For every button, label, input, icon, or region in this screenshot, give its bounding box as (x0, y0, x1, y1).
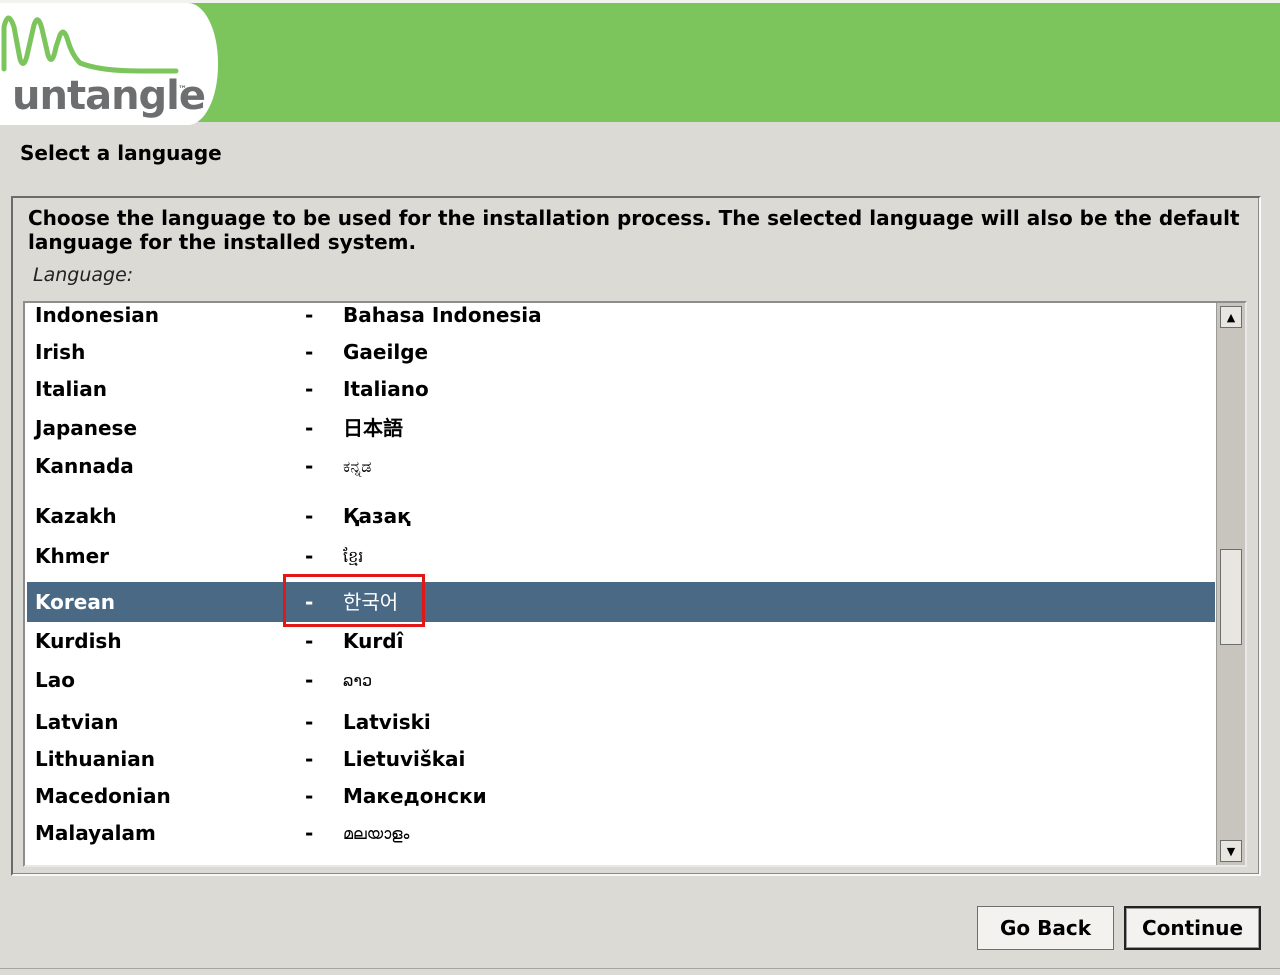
language-name: Latvian (35, 710, 119, 734)
separator: - (305, 710, 314, 734)
scrollbar-thumb[interactable] (1220, 549, 1242, 645)
separator: - (305, 454, 314, 478)
separator: - (305, 416, 314, 440)
language-name: Italian (35, 377, 107, 401)
language-native: ខ្មែរ (343, 547, 364, 566)
language-native: Kurdî (343, 629, 404, 653)
list-item-korean[interactable]: Korean - 한국어 (27, 582, 1215, 622)
language-listbox[interactable]: Indonesian - Bahasa Indonesia Irish - Ga… (23, 301, 1247, 867)
separator: - (305, 340, 314, 364)
language-native: ಕನ್ನಡ (343, 457, 372, 476)
language-native: മലയാളം (343, 824, 410, 843)
list-item-latvian[interactable]: Latvian - Latviski (27, 704, 1215, 741)
scroll-up-icon[interactable]: ▲ (1220, 306, 1242, 328)
list-item-malayalam[interactable]: Malayalam - മലയാളം (27, 815, 1215, 852)
vertical-scrollbar[interactable]: ▲ ▼ (1216, 303, 1245, 865)
logo: untangle ™ (0, 3, 218, 125)
language-name: Macedonian (35, 784, 171, 808)
language-native: Gaeilge (343, 340, 429, 364)
language-name: Irish (35, 340, 86, 364)
separator: - (305, 821, 314, 845)
list-item-khmer[interactable]: Khmer - ខ្មែរ (27, 538, 1215, 575)
separator: - (305, 747, 314, 771)
separator: - (305, 668, 314, 692)
list-item-indonesian[interactable]: Indonesian - Bahasa Indonesia (27, 303, 1215, 334)
language-name: Kazakh (35, 504, 117, 528)
language-list-label: Language: (33, 264, 134, 286)
list-item-lao[interactable]: Lao - ລາວ (27, 662, 1215, 699)
language-native: Italiano (343, 377, 429, 401)
language-native: Қазақ (343, 504, 411, 528)
separator: - (305, 544, 314, 568)
go-back-button[interactable]: Go Back (977, 906, 1114, 950)
language-name: Malayalam (35, 821, 156, 845)
language-native: 日本語 (343, 416, 403, 440)
language-name: Indonesian (35, 303, 160, 327)
language-name: Korean (35, 590, 116, 614)
language-native: Bahasa Indonesia (343, 303, 542, 327)
list-item-lithuanian[interactable]: Lithuanian - Lietuviškai (27, 741, 1215, 778)
logo-wave-icon (1, 15, 179, 74)
list-item-irish[interactable]: Irish - Gaeilge (27, 334, 1215, 371)
scroll-down-icon[interactable]: ▼ (1220, 840, 1242, 862)
language-name: Kannada (35, 454, 134, 478)
list-item-macedonian[interactable]: Macedonian - Македонски (27, 778, 1215, 815)
separator: - (305, 504, 314, 528)
separator: - (305, 303, 314, 327)
list-item-japanese[interactable]: Japanese - 日本語 (27, 410, 1215, 447)
header-banner: untangle ™ (0, 0, 1280, 125)
logo-wordmark: untangle (12, 73, 206, 119)
language-name: Japanese (35, 416, 138, 440)
separator: - (305, 784, 314, 808)
language-name: Lithuanian (35, 747, 155, 771)
language-name: Khmer (35, 544, 110, 568)
list-item-kurdish[interactable]: Kurdish - Kurdî (27, 623, 1215, 660)
logo-trademark: ™ (178, 85, 187, 95)
continue-button[interactable]: Continue (1124, 906, 1261, 950)
list-item-kazakh[interactable]: Kazakh - Қазақ (27, 498, 1215, 535)
list-item-kannada[interactable]: Kannada - ಕನ್ನಡ (27, 448, 1215, 485)
language-native: Lietuviškai (343, 747, 466, 771)
language-native: Latviski (343, 710, 431, 734)
language-native: ລາວ (343, 671, 373, 690)
list-item-italian[interactable]: Italian - Italiano (27, 371, 1215, 408)
bottom-divider (0, 968, 1280, 969)
language-name: Kurdish (35, 629, 122, 653)
page-title: Select a language (20, 141, 222, 165)
separator: - (305, 629, 314, 653)
language-name: Lao (35, 668, 75, 692)
description-text: Choose the language to be used for the i… (28, 206, 1240, 254)
language-native: Македонски (343, 784, 487, 808)
separator: - (305, 377, 314, 401)
annotation-highlight-box (283, 574, 425, 627)
